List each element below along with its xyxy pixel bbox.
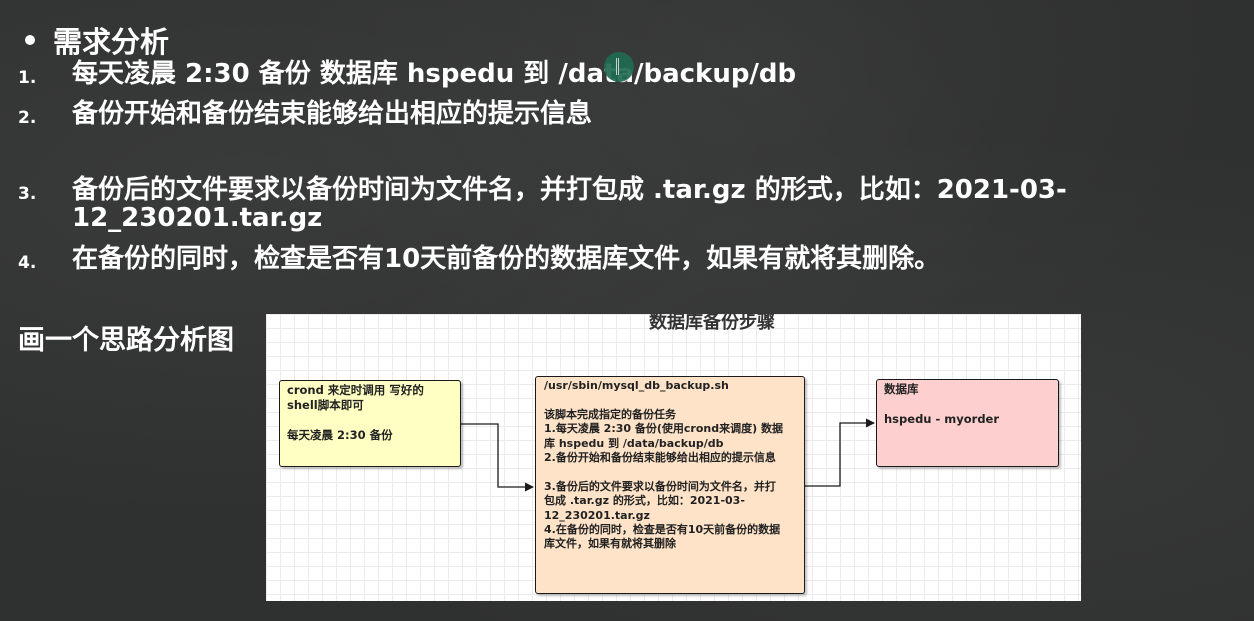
requirement-number: 1. — [18, 68, 37, 88]
crond-trigger-box: crond 来定时调用 写好的 shell脚本即可 每天凌晨 2:30 备份 — [279, 380, 461, 467]
diagram-prompt-label: 画一个思路分析图 — [18, 325, 234, 356]
requirement-number: 4. — [18, 253, 37, 273]
cursor-highlight-icon — [604, 52, 634, 82]
arrow-script-to-database — [805, 418, 875, 487]
requirement-text: 备份开始和备份结束能够给出相应的提示信息 — [72, 99, 593, 129]
section-heading: 需求分析 — [18, 20, 169, 60]
requirement-text: 备份后的文件要求以备份时间为文件名，并打包成 .tar.gz 的形式，比如：20… — [72, 175, 1067, 233]
section-heading-text: 需求分析 — [53, 25, 170, 59]
database-box: 数据库 hspedu - myorder — [876, 379, 1059, 467]
requirement-item-2: 2. 备份开始和备份结束能够给出相应的提示信息 — [18, 100, 1172, 128]
text-cursor-icon — [616, 58, 619, 75]
bullet-dot-icon — [25, 35, 35, 45]
requirement-item-3: 3. 备份后的文件要求以备份时间为文件名，并打包成 .tar.gz 的形式，比如… — [18, 176, 1172, 232]
requirement-number: 3. — [18, 184, 37, 204]
diagram-canvas: 数据库备份步骤 crond 来定时调用 写好的 shell脚本即可 每天凌晨 2… — [266, 314, 1081, 601]
requirement-item-1: 1. 每天凌晨 2:30 备份 数据库 hspedu 到 /data/backu… — [18, 60, 1172, 88]
backup-script-box: /usr/sbin/mysql_db_backup.sh 该脚本完成指定的备份任… — [535, 376, 805, 594]
arrow-trigger-to-script — [461, 423, 534, 492]
requirement-item-4: 4. 在备份的同时，检查是否有10天前备份的数据库文件，如果有就将其删除。 — [18, 245, 1172, 273]
requirement-text: 在备份的同时，检查是否有10天前备份的数据库文件，如果有就将其删除。 — [72, 244, 941, 274]
requirement-number: 2. — [18, 108, 37, 128]
